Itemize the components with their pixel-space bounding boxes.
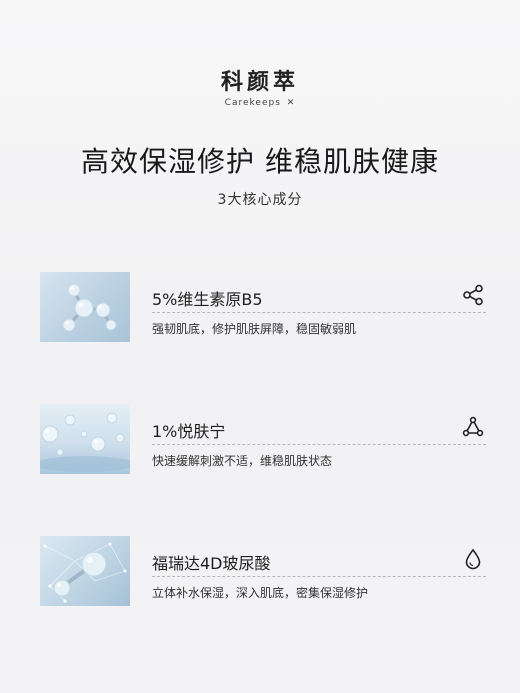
ingredient-title: 1%悦肤宁 bbox=[152, 422, 226, 441]
network-thumbnail bbox=[40, 536, 130, 606]
dashed-divider bbox=[152, 312, 486, 313]
dashed-divider bbox=[152, 444, 486, 445]
page-title: 高效保湿修护 维稳肌肤健康 bbox=[81, 145, 439, 178]
dashed-divider bbox=[152, 576, 486, 577]
ingredient-title: 5%维生素原B5 bbox=[152, 290, 263, 309]
molecule-thumbnail bbox=[40, 272, 130, 342]
ingredient-item: 1%悦肤宁 快速缓解刺激不适，维稳肌肤状态 bbox=[40, 404, 490, 478]
brand-logo: 科颜萃 Carekeeps ✕ bbox=[0, 64, 520, 108]
brand-mark-icon: ✕ bbox=[286, 98, 296, 108]
ingredient-description: 强韧肌底，修护肌肤屏障，稳固敏弱肌 bbox=[152, 322, 357, 336]
triangle-nodes-icon bbox=[462, 416, 484, 438]
ingredient-title: 福瑞达4D玻尿酸 bbox=[152, 554, 271, 573]
brand-name-en: Carekeeps ✕ bbox=[0, 98, 520, 108]
molecule-share-icon bbox=[462, 284, 484, 306]
bubbles-thumbnail bbox=[40, 404, 130, 474]
ingredient-description: 立体补水保湿，深入肌底，密集保湿修护 bbox=[152, 586, 369, 600]
ingredient-item: 5%维生素原B5 强韧肌底，修护肌肤屏障，稳固敏弱肌 bbox=[40, 272, 490, 346]
brand-name-en-text: Carekeeps bbox=[224, 98, 281, 108]
page-subtitle: 3大核心成分 bbox=[217, 192, 303, 208]
brand-name-cn: 科颜萃 bbox=[220, 70, 299, 95]
water-drop-icon bbox=[462, 548, 484, 570]
ingredient-item: 福瑞达4D玻尿酸 立体补水保湿，深入肌底，密集保湿修护 bbox=[40, 536, 490, 610]
ingredient-description: 快速缓解刺激不适，维稳肌肤状态 bbox=[152, 454, 333, 468]
